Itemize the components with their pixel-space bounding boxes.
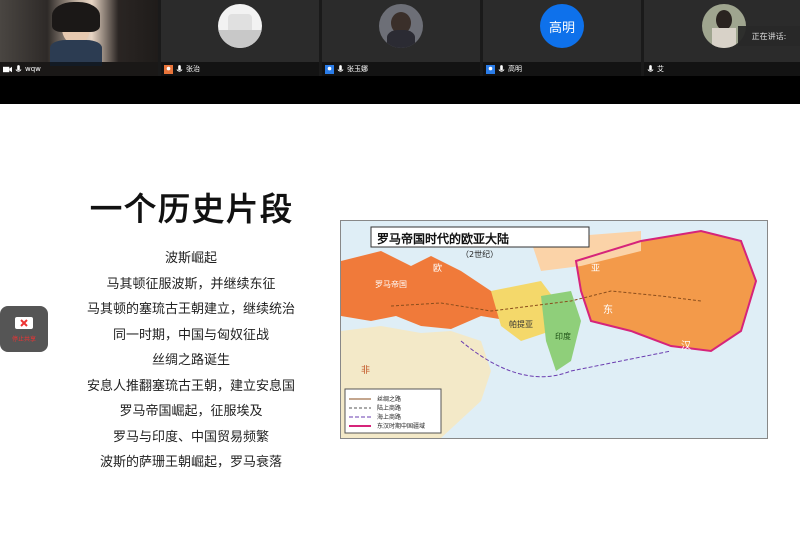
list-item: 丝绸之路诞生 (151, 353, 230, 368)
participant-name: 高明 (508, 65, 522, 73)
event-list: 波斯崛起 马其顿征服波斯，并继续东征 马其顿的塞琉古王朝建立，继续统治 同一时期… (60, 246, 322, 476)
map-label-east: 东 (603, 305, 613, 316)
participant-tile-5[interactable]: 艾 正在讲话: (644, 0, 800, 76)
avatar (379, 4, 423, 48)
mic-icon (15, 64, 22, 72)
participant-tile-1[interactable]: wqw (0, 0, 158, 76)
avatar-initials: 高明 (540, 4, 584, 48)
map-label-africa: 非 (361, 366, 371, 376)
avatar-icon (486, 64, 495, 74)
participant-tile-4[interactable]: 高明 高明 (483, 0, 641, 76)
slide-title: 一个历史片段 (90, 190, 295, 228)
legend-item: 陆上商路 (377, 405, 402, 412)
list-item: 马其顿征服波斯，并继续东征 (106, 276, 276, 292)
participant-tile-2[interactable]: 张治 (161, 0, 319, 76)
participant-name: wqw (25, 65, 41, 73)
list-item: 罗马与印度、中国贸易频繁 (112, 429, 269, 445)
mic-icon (337, 64, 344, 72)
map-label-rome: 罗马帝国 (375, 280, 407, 289)
share-screen-icon (15, 316, 33, 329)
list-item: 波斯崛起 (164, 251, 217, 266)
map-label-asia: 亚 (591, 264, 601, 274)
avatar (218, 4, 262, 48)
participant-tile-3[interactable]: 张玉娜 (322, 0, 480, 76)
mic-icon (176, 64, 183, 72)
avatar-icon (164, 64, 173, 74)
avatar-icon (325, 64, 334, 74)
stop-share-button[interactable]: 停止共享 (0, 306, 48, 352)
map-label-india: 印度 (555, 332, 571, 341)
participant-gallery: wqw 张治 张玉娜 高明 高明 艾 正在讲话: (0, 0, 800, 76)
list-item: 安息人推翻塞琉古王朝，建立安息国 (86, 378, 295, 394)
participant-name: 张玉娜 (347, 65, 368, 73)
list-item: 马其顿的塞琉古王朝建立，继续统治 (86, 302, 295, 317)
speaking-indicator: 正在讲话: (738, 26, 800, 46)
list-item: 同一时期，中国与匈奴征战 (112, 327, 269, 343)
list-item: 波斯的萨珊王朝崛起，罗马衰落 (99, 455, 282, 470)
mic-icon (647, 64, 654, 72)
legend-item: 东汉时期中国疆域 (377, 423, 426, 430)
eurasia-map: 罗马帝国时代的欧亚大陆 （2世纪） 罗马帝国 欧 亚 东 汉 非 帕提亚 印度 … (340, 220, 768, 439)
map-legend: 丝绸之路 陆上商路 海上商路 东汉时期中国疆域 (377, 395, 425, 431)
map-label-parthia: 帕提亚 (509, 320, 533, 329)
stop-share-label: 停止共享 (11, 335, 36, 343)
map-subtitle: （2世纪） (461, 250, 499, 259)
map-title: 罗马帝国时代的欧亚大陆 (377, 232, 510, 246)
participant-name: 艾 (657, 65, 664, 73)
list-item: 罗马帝国崛起，征服埃及 (119, 404, 263, 419)
map-label-han: 汉 (681, 341, 691, 352)
mic-icon (498, 64, 505, 72)
participant-video (0, 0, 158, 66)
map-label-europe: 欧 (433, 264, 443, 274)
legend-item: 海上商路 (377, 414, 402, 421)
video-icon (3, 66, 12, 72)
legend-item: 丝绸之路 (377, 396, 402, 403)
participant-name: 张治 (186, 65, 200, 73)
